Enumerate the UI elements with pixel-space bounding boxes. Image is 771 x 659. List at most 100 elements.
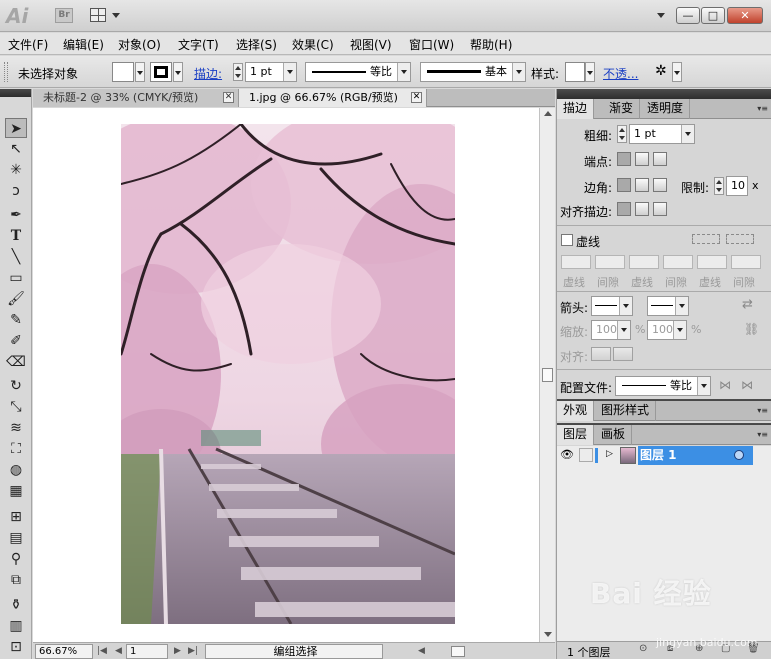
style-dropdown[interactable] (585, 62, 595, 82)
menu-edit[interactable]: 编辑(E) (63, 36, 104, 53)
selection-mode-field[interactable]: 编组选择 (205, 644, 383, 659)
workspace-dropdown-icon[interactable] (657, 13, 665, 18)
bridge-button[interactable]: Br (55, 8, 73, 23)
arrow-tip-at-end-button[interactable] (613, 347, 633, 361)
chevron-down-icon[interactable] (619, 297, 632, 315)
close-icon[interactable]: ✕ (411, 92, 422, 103)
rectangle-tool-icon[interactable]: ▭ (5, 268, 27, 288)
close-button[interactable]: ✕ (727, 7, 763, 24)
panel-header[interactable] (557, 89, 771, 99)
dash-field-1[interactable] (561, 255, 591, 269)
profile-select[interactable]: 等比 (615, 376, 711, 396)
direct-selection-tool-icon[interactable]: ↖ (5, 139, 27, 159)
start-scale-field[interactable]: 100 (591, 320, 631, 340)
pencil-tool-icon[interactable]: ✎ (5, 310, 27, 330)
artboard-tool-icon[interactable]: ⊡ (5, 637, 27, 657)
column-graph-tool-icon[interactable]: ▥ (5, 616, 27, 636)
align-dash-button[interactable] (726, 234, 754, 244)
opacity-link[interactable]: 不透... (603, 65, 638, 82)
mesh-tool-icon[interactable]: ⊞ (5, 507, 27, 527)
warp-tool-icon[interactable]: ≋ (5, 418, 27, 438)
tab-untitled-2[interactable]: 未标题-2 @ 33% (CMYK/预览) ✕ (33, 89, 239, 107)
dashed-checkbox[interactable] (561, 234, 573, 246)
stroke-swatch[interactable] (150, 62, 172, 82)
grip-icon[interactable] (4, 62, 8, 82)
butt-cap-button[interactable] (617, 152, 631, 166)
lock-toggle[interactable] (579, 448, 593, 462)
layer-row[interactable]: 👁 ▷ 图层 1 (557, 446, 771, 465)
stroke-link[interactable]: 描边: (194, 65, 222, 82)
tab-gradient[interactable]: 渐变 (603, 99, 641, 119)
miter-join-button[interactable] (617, 178, 631, 192)
weight-field[interactable]: 1 pt (629, 124, 695, 144)
brush-definition[interactable]: 基本 (420, 62, 526, 82)
dash-field-2[interactable] (629, 255, 659, 269)
projecting-cap-button[interactable] (653, 152, 667, 166)
symbol-sprayer-tool-icon[interactable]: ⚱ (5, 595, 27, 615)
tab-artboards[interactable]: 画板 (595, 425, 633, 445)
limit-field[interactable]: 10 (726, 176, 748, 196)
type-tool-icon[interactable]: T (5, 226, 27, 246)
minimize-button[interactable]: — (676, 7, 700, 24)
scroll-up-icon[interactable] (544, 111, 552, 116)
eraser-tool-icon[interactable]: ⌫ (5, 352, 27, 372)
swap-arrows-icon[interactable]: ⇄ (742, 297, 753, 312)
round-join-button[interactable] (635, 178, 649, 192)
flip-along-icon[interactable]: ⋈ (719, 378, 731, 392)
flip-across-icon[interactable]: ⋈ (741, 378, 753, 392)
hscroll-thumb[interactable] (451, 646, 465, 657)
chevron-down-icon[interactable] (283, 63, 296, 81)
artboard-field[interactable]: 1 (126, 644, 168, 659)
close-icon[interactable]: ✕ (223, 92, 234, 103)
scroll-thumb[interactable] (542, 368, 553, 382)
menu-window[interactable]: 窗口(W) (409, 36, 454, 53)
perspective-grid-tool-icon[interactable]: ▦ (5, 481, 27, 501)
line-tool-icon[interactable]: ╲ (5, 247, 27, 267)
variable-width-profile[interactable]: 等比 (305, 62, 411, 82)
next-artboard-icon[interactable]: ▶ (174, 646, 181, 656)
menu-file[interactable]: 文件(F) (8, 36, 48, 53)
gap-field-1[interactable] (595, 255, 625, 269)
recolor-artwork-icon[interactable]: ✲ (655, 63, 667, 79)
expand-triangle-icon[interactable]: ▷ (606, 449, 613, 459)
cherry-blossom-photo[interactable] (121, 124, 455, 624)
align-inside-button[interactable] (635, 202, 649, 216)
stroke-weight-field[interactable]: 1 pt (245, 62, 297, 82)
align-outside-button[interactable] (653, 202, 667, 216)
chevron-down-icon[interactable] (397, 63, 410, 81)
tools-panel-header[interactable] (0, 89, 31, 97)
end-scale-field[interactable]: 100 (647, 320, 687, 340)
chevron-down-icon[interactable] (617, 321, 630, 339)
tab-stroke[interactable]: 描边 (557, 99, 595, 119)
menu-object[interactable]: 对象(O) (118, 36, 161, 53)
limit-stepper[interactable] (714, 177, 724, 195)
pen-tool-icon[interactable]: ✒ (5, 205, 27, 225)
tab-transparency[interactable]: 透明度 (641, 99, 691, 119)
scale-tool-icon[interactable]: ⤡ (5, 397, 27, 417)
scroll-left-icon[interactable]: ◀ (418, 646, 425, 656)
link-icon[interactable]: ⛓ (744, 322, 759, 336)
tab-graphic-styles[interactable]: 图形样式 (595, 401, 657, 421)
tab-1-jpg[interactable]: 1.jpg @ 66.67% (RGB/预览) ✕ (239, 89, 427, 107)
align-center-button[interactable] (617, 202, 631, 216)
zoom-field[interactable]: 66.67% (35, 644, 93, 659)
shape-builder-tool-icon[interactable]: ◍ (5, 460, 27, 480)
chevron-down-icon[interactable] (512, 63, 525, 81)
free-transform-tool-icon[interactable]: ⛶ (5, 439, 27, 459)
panel-menu-icon[interactable]: ▾≡ (757, 104, 768, 113)
bevel-join-button[interactable] (653, 178, 667, 192)
stroke-weight-stepper[interactable] (233, 63, 243, 81)
menu-view[interactable]: 视图(V) (350, 36, 392, 53)
gradient-tool-icon[interactable]: ▤ (5, 528, 27, 548)
eye-icon[interactable]: 👁 (560, 448, 574, 461)
locate-object-icon[interactable]: ⊙ (639, 643, 647, 654)
stroke-dropdown[interactable] (173, 62, 183, 82)
chevron-down-icon[interactable] (681, 125, 694, 143)
style-swatch[interactable] (565, 62, 585, 82)
selection-tool-icon[interactable]: ➤ (5, 118, 27, 138)
arrange-documents-button[interactable] (90, 7, 122, 25)
panel-menu-icon[interactable]: ▾≡ (757, 430, 768, 439)
chevron-down-icon[interactable] (697, 377, 710, 395)
menu-type[interactable]: 文字(T) (178, 36, 219, 53)
gap-field-3[interactable] (731, 255, 761, 269)
